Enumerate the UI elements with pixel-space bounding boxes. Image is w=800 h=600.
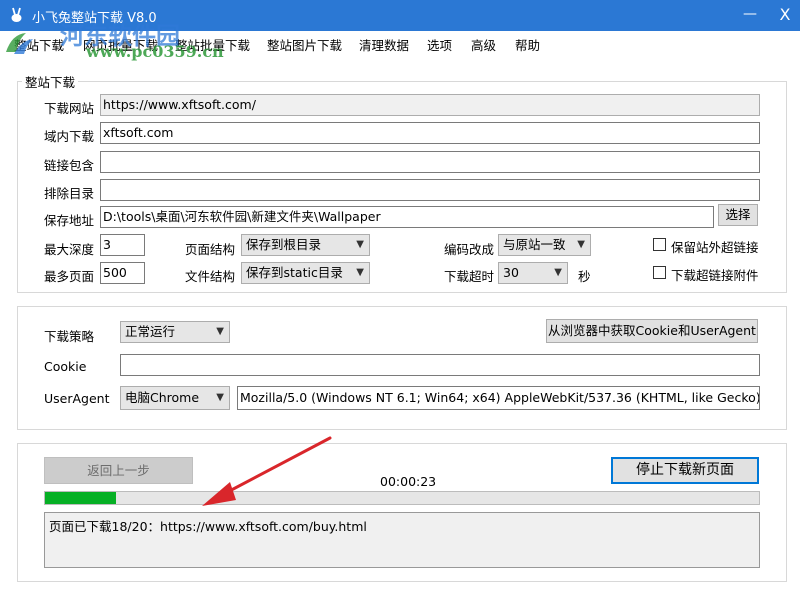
log-line: 页面已下载18/20：https://www.xftsoft.com/buy.h… xyxy=(49,519,367,534)
menu-item-options[interactable]: 选项 xyxy=(427,35,452,54)
chevron-down-icon: ▼ xyxy=(554,267,562,278)
download-log: 页面已下载18/20：https://www.xftsoft.com/buy.h… xyxy=(44,512,760,568)
red-arrow-annotation xyxy=(202,436,332,506)
max-depth-label: 最大深度 xyxy=(44,242,95,257)
chevron-down-icon: ▼ xyxy=(356,239,364,250)
download-attachments-checkbox[interactable] xyxy=(653,266,666,279)
keep-external-links-label: 保留站外超链接 xyxy=(671,240,759,255)
minimize-button[interactable]: — xyxy=(735,0,765,31)
chevron-down-icon: ▼ xyxy=(216,392,224,403)
chevron-down-icon: ▼ xyxy=(356,267,364,278)
strategy-select[interactable]: 正常运行 ▼ xyxy=(120,321,230,343)
close-button[interactable]: X xyxy=(770,0,800,31)
encoding-value: 与原站一致 xyxy=(503,237,566,252)
timeout-select[interactable]: 30 ▼ xyxy=(498,262,568,284)
progress-fill xyxy=(45,492,116,504)
useragent-label: UserAgent xyxy=(44,391,110,406)
stop-download-button[interactable]: 停止下载新页面 xyxy=(611,457,759,484)
site-download-group-title: 整站下载 xyxy=(22,72,79,91)
useragent-type-select[interactable]: 电脑Chrome ▼ xyxy=(120,386,230,410)
menu-item-advanced[interactable]: 高级 xyxy=(471,35,496,54)
file-structure-label: 文件结构 xyxy=(185,269,236,284)
rabbit-app-icon xyxy=(11,7,22,22)
elapsed-time: 00:00:23 xyxy=(380,474,437,489)
back-button[interactable]: 返回上一步 xyxy=(44,457,193,484)
useragent-field[interactable]: Mozilla/5.0 (Windows NT 6.1; Win64; x64)… xyxy=(237,386,760,410)
useragent-type-value: 电脑Chrome xyxy=(125,390,200,405)
progress-bar xyxy=(44,491,760,505)
download-attachments-label: 下载超链接附件 xyxy=(671,268,759,283)
watermark-logo xyxy=(6,33,33,54)
browse-button[interactable]: 选择 xyxy=(718,204,758,226)
link-include-field[interactable] xyxy=(100,151,760,173)
timeout-label: 下载超时 xyxy=(444,269,495,284)
exclude-dir-field[interactable] xyxy=(100,179,760,201)
file-structure-value: 保存到static目录 xyxy=(246,265,343,280)
timeout-unit: 秒 xyxy=(578,269,591,284)
strategy-value: 正常运行 xyxy=(125,324,176,339)
domain-label: 域内下载 xyxy=(44,129,95,144)
watermark-url: www.pc0359.cn xyxy=(86,42,224,61)
link-include-label: 链接包含 xyxy=(44,158,95,173)
timeout-value: 30 xyxy=(503,265,519,280)
save-path-label: 保存地址 xyxy=(44,213,95,228)
file-structure-select[interactable]: 保存到static目录 ▼ xyxy=(241,262,370,284)
max-pages-field[interactable]: 500 xyxy=(100,262,145,284)
get-cookie-useragent-button[interactable]: 从浏览器中获取Cookie和UserAgent xyxy=(546,319,758,343)
max-depth-field[interactable]: 3 xyxy=(100,234,145,256)
menu-item-clear-data[interactable]: 清理数据 xyxy=(359,35,409,54)
save-path-field[interactable]: D:\tools\桌面\河东软件园\新建文件夹\Wallpaper xyxy=(100,206,714,228)
domain-field[interactable]: xftsoft.com xyxy=(100,122,760,144)
page-structure-select[interactable]: 保存到根目录 ▼ xyxy=(241,234,370,256)
menu-item-help[interactable]: 帮助 xyxy=(515,35,540,54)
chevron-down-icon: ▼ xyxy=(216,326,224,337)
download-site-field[interactable]: https://www.xftsoft.com/ xyxy=(100,94,760,116)
page-structure-label: 页面结构 xyxy=(185,242,236,257)
max-pages-label: 最多页面 xyxy=(44,269,95,284)
cookie-field[interactable] xyxy=(120,354,760,376)
cookie-label: Cookie xyxy=(44,359,87,374)
encoding-select[interactable]: 与原站一致 ▼ xyxy=(498,234,591,256)
strategy-label: 下载策略 xyxy=(44,329,95,344)
keep-external-links-checkbox[interactable] xyxy=(653,238,666,251)
download-site-label: 下载网站 xyxy=(44,101,95,116)
menu-item-site-images[interactable]: 整站图片下载 xyxy=(267,35,342,54)
exclude-dir-label: 排除目录 xyxy=(44,186,95,201)
chevron-down-icon: ▼ xyxy=(577,239,585,250)
page-structure-value: 保存到根目录 xyxy=(246,237,322,252)
encoding-label: 编码改成 xyxy=(444,242,495,257)
